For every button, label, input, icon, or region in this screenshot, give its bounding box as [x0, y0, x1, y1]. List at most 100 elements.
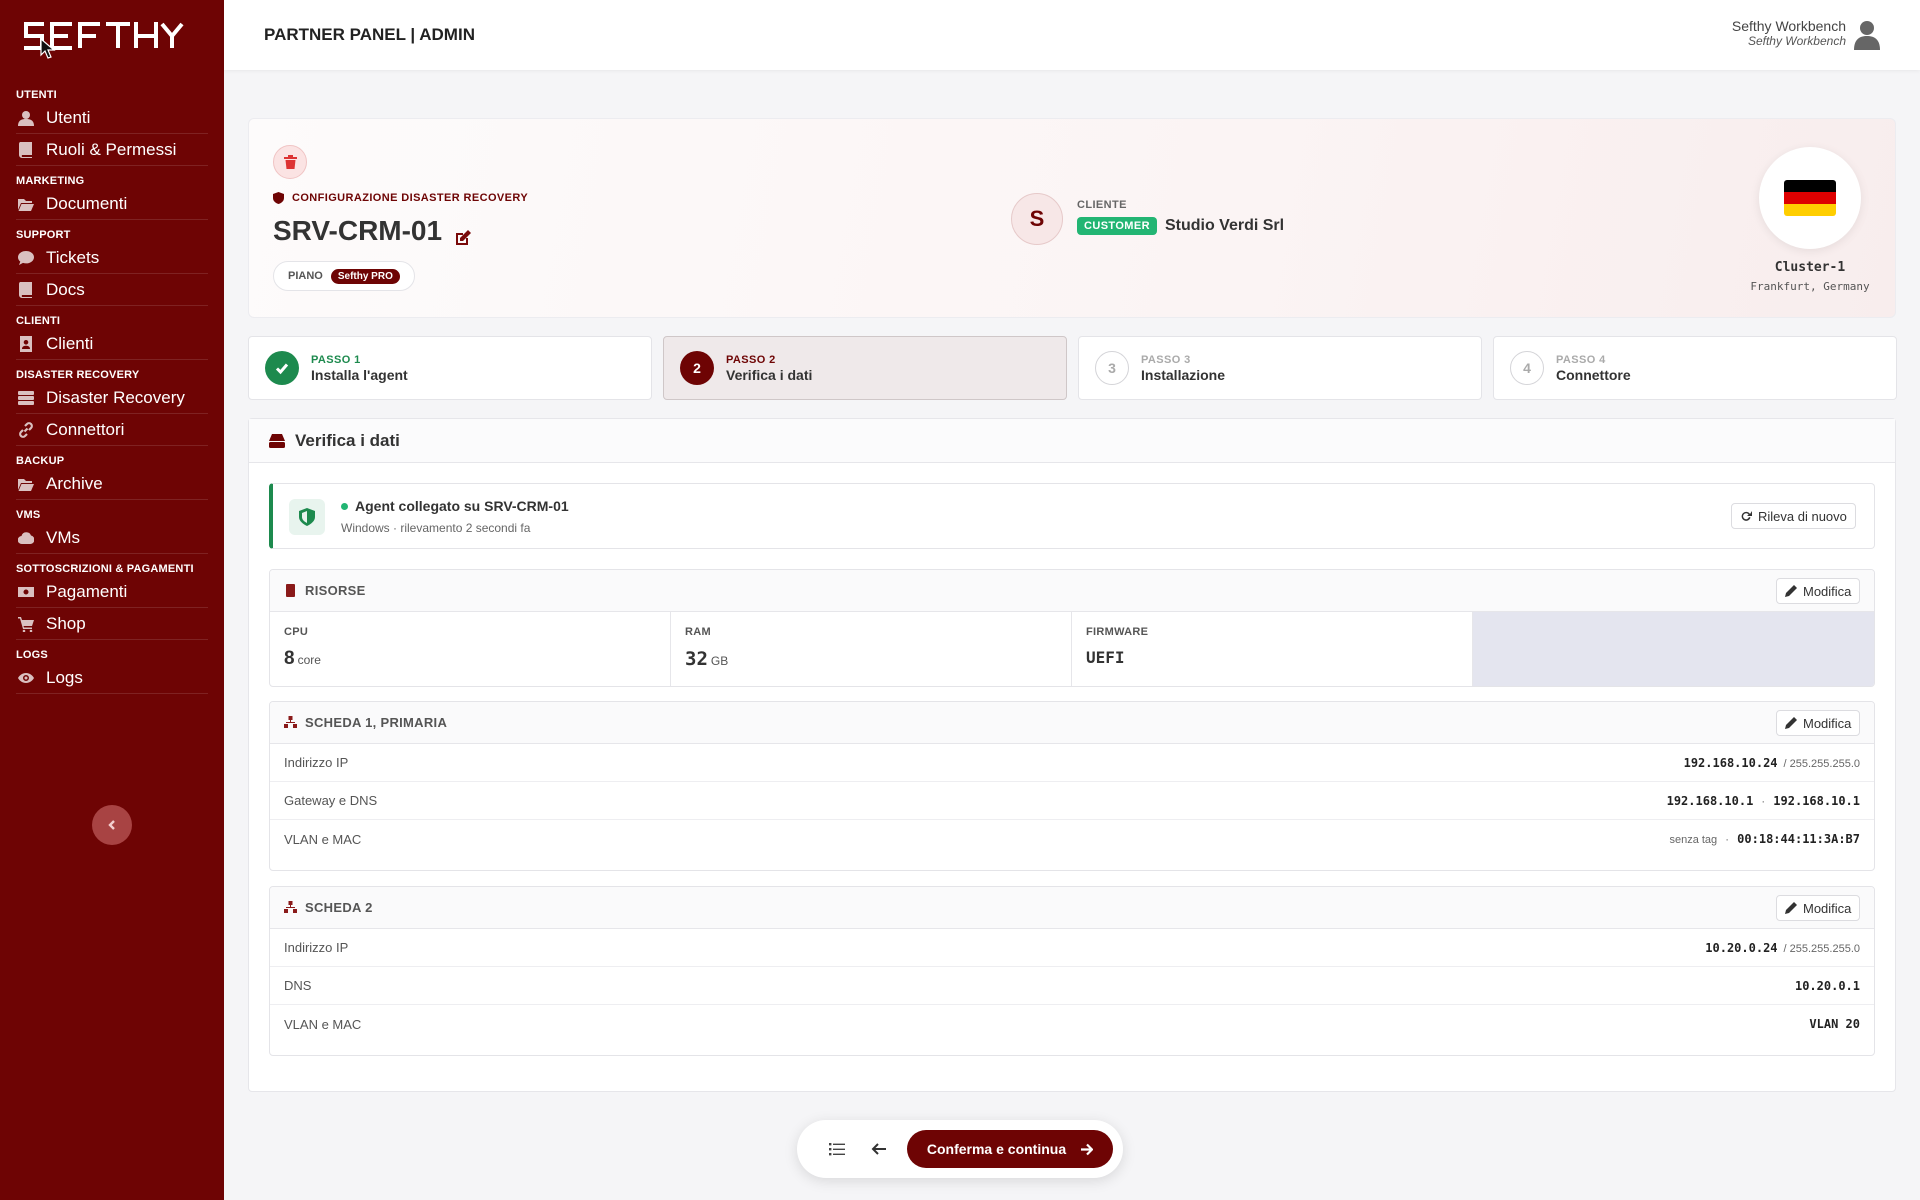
arrow-left-icon: [871, 1143, 886, 1155]
ram-cell: RAM 32 GB: [671, 612, 1072, 686]
redetect-button[interactable]: Rileva di nuovo: [1731, 503, 1856, 529]
mouse-cursor-icon: [40, 38, 56, 59]
eyebrow-text: CONFIGURAZIONE DISASTER RECOVERY: [292, 192, 529, 204]
eye-icon: [18, 670, 34, 686]
sidebar-item-label: VMs: [46, 527, 80, 547]
step-label: PASSO 1: [311, 353, 361, 366]
separator: ·: [1725, 832, 1730, 846]
mac-address: 00:18:44:11:3A:B7: [1737, 832, 1860, 846]
germany-flag-icon: [1784, 180, 1836, 216]
sidebar-item-pagamenti[interactable]: Pagamenti: [16, 576, 208, 608]
firmware-value: UEFI: [1086, 648, 1125, 667]
step-4[interactable]: 4 PASSO 4 Connettore: [1493, 336, 1897, 400]
client-avatar: S: [1011, 193, 1063, 245]
nav-section-title: LOGS: [16, 649, 48, 661]
edit-icon[interactable]: [454, 222, 472, 245]
ip-value: 10.20.0.24 / 255.255.255.0: [1705, 941, 1860, 955]
nav-section-title: UTENTI: [16, 89, 57, 101]
pencil-icon: [1785, 585, 1797, 597]
step-label: PASSO 3: [1141, 353, 1191, 366]
topbar: PARTNER PANEL | ADMIN Sefthy Workbench S…: [224, 0, 1920, 70]
sidebar-item-shop[interactable]: Shop: [16, 608, 208, 640]
resources-header: RISORSE Modifica: [270, 570, 1874, 612]
link-icon: [18, 421, 34, 438]
client-label: CLIENTE: [1077, 199, 1127, 211]
list-icon: [829, 1143, 845, 1156]
step-2[interactable]: 2 PASSO 2 Verifica i dati: [663, 336, 1067, 400]
subnet-mask: / 255.255.255.0: [1783, 942, 1860, 955]
edit-nic1-button[interactable]: Modifica: [1776, 710, 1861, 736]
nav-section: BACKUP Archive: [0, 454, 224, 500]
edit-label: Modifica: [1803, 900, 1852, 916]
nic2-section: SCHEDA 2 Modifica Indirizzo IP 10.20.0.2…: [269, 886, 1875, 1056]
nic2-ip-row: Indirizzo IP 10.20.0.24 / 255.255.255.0: [270, 929, 1874, 967]
user-menu[interactable]: Sefthy Workbench Sefthy Workbench: [1732, 18, 1880, 50]
sidebar-item-connettori[interactable]: Connettori: [16, 414, 208, 446]
sidebar-nav: UTENTI Utenti Ruoli & Permessi MARKETING Doc…: [0, 80, 224, 698]
agent-title: Agent collegato su SRV-CRM-01: [341, 498, 569, 514]
resources-grid: CPU 8 core RAM 32 GB FIRMWARE UEFI: [270, 612, 1874, 686]
network-icon: [284, 901, 297, 914]
ip-address: 192.168.10.24: [1683, 755, 1778, 770]
nav-section-title: VMS: [16, 509, 41, 521]
nic2-header: SCHEDA 2 Modifica: [270, 887, 1874, 929]
gateway-value: 192.168.10.1 · 192.168.10.1: [1667, 794, 1860, 808]
nav-section-title: SOTTOSCRIZIONI & PAGAMENTI: [16, 563, 194, 575]
firmware-label: FIRMWARE: [1086, 626, 1149, 638]
nic1-ip-row: Indirizzo IP 192.168.10.24 / 255.255.255.…: [270, 744, 1874, 782]
resources-section: RISORSE Modifica CPU 8 core RAM 32 GB FIRM…: [269, 569, 1875, 687]
sidebar-item-label: Pagamenti: [46, 581, 128, 601]
firmware-cell: FIRMWARE UEFI: [1072, 612, 1473, 686]
dr-config-header: CONFIGURAZIONE DISASTER RECOVERY SRV-CRM…: [248, 118, 1896, 318]
sidebar-item-clienti[interactable]: Clienti: [16, 328, 208, 360]
nic1-header: SCHEDA 1, PRIMARIA Modifica: [270, 702, 1874, 744]
dns-value: 10.20.0.1: [1795, 979, 1860, 993]
sidebar-item-label: Shop: [46, 613, 86, 633]
delete-button[interactable]: [273, 145, 307, 179]
step-label: PASSO 4: [1556, 353, 1606, 366]
sidebar-item-tickets[interactable]: Tickets: [16, 242, 208, 274]
edit-nic2-button[interactable]: Modifica: [1776, 895, 1861, 921]
sidebar-item-ruoli-permessi[interactable]: Ruoli & Permessi: [16, 134, 208, 166]
sidebar-item-docs[interactable]: Docs: [16, 274, 208, 306]
step-1[interactable]: PASSO 1 Installa l'agent: [248, 336, 652, 400]
wizard-action-bar: Conferma e continua: [797, 1120, 1123, 1178]
pencil-icon: [1785, 717, 1797, 729]
agent-subtitle: Windows · rilevamento 2 secondi fa: [341, 521, 531, 535]
trash-icon: [283, 155, 297, 169]
agent-status: Agent collegato su SRV-CRM-01 Windows · …: [269, 483, 1875, 549]
sidebar-item-label: Documenti: [46, 193, 128, 213]
shield-check-icon: [289, 499, 325, 535]
sidebar-item-documenti[interactable]: Documenti: [16, 188, 208, 220]
collapse-sidebar-button[interactable]: [92, 805, 132, 845]
separator: ·: [1761, 793, 1766, 808]
nic2-vlan-row: VLAN e MAC VLAN 20: [270, 1005, 1874, 1043]
list-button[interactable]: [825, 1137, 849, 1161]
sidebar-item-label: Clienti: [46, 333, 94, 353]
edit-resources-button[interactable]: Modifica: [1776, 578, 1861, 604]
back-button[interactable]: [867, 1137, 891, 1161]
nav-section-title: CLIENTI: [16, 315, 61, 327]
sidebar-item-archive[interactable]: Archive: [16, 468, 208, 500]
step-number: 4: [1510, 351, 1544, 385]
nav-section: UTENTI Utenti Ruoli & Permessi: [0, 88, 224, 166]
sidebar-item-utenti[interactable]: Utenti: [16, 102, 208, 134]
ram-label: RAM: [685, 626, 711, 638]
sidebar-item-vms[interactable]: VMs: [16, 522, 208, 554]
page-title: PARTNER PANEL | ADMIN: [264, 25, 475, 44]
step-name: Connettore: [1556, 366, 1631, 383]
sidebar-item-logs[interactable]: Logs: [16, 662, 208, 694]
server-icon: [18, 390, 34, 406]
sidebar-item-label: Utenti: [46, 107, 91, 127]
step-3[interactable]: 3 PASSO 3 Installazione: [1078, 336, 1482, 400]
sidebar-item-disaster-recovery[interactable]: Disaster Recovery: [16, 382, 208, 414]
step-number: 3: [1095, 351, 1129, 385]
nav-section: MARKETING Documenti: [0, 174, 224, 220]
shield-icon: [273, 192, 284, 204]
client-name[interactable]: Studio Verdi Srl: [1165, 217, 1284, 235]
user-avatar-icon[interactable]: [1854, 20, 1880, 50]
chevron-left-icon: [108, 820, 115, 830]
redetect-label: Rileva di nuovo: [1758, 508, 1847, 524]
confirm-continue-button[interactable]: Conferma e continua: [907, 1130, 1113, 1168]
subnet-mask: / 255.255.255.0: [1783, 757, 1860, 770]
